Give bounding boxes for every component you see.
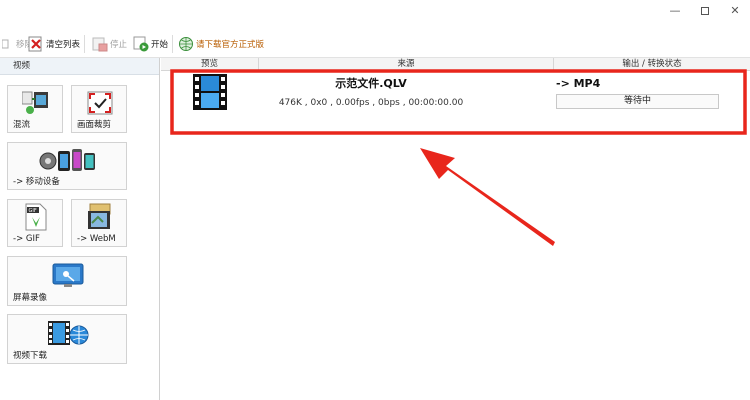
svg-text:GIF: GIF <box>29 208 37 214</box>
clear-list-button[interactable]: 清空列表 <box>28 33 80 55</box>
clear-list-icon <box>28 36 44 52</box>
sidebar-item-crop[interactable]: 画面裁剪 <box>71 85 127 133</box>
start-label: 开始 <box>151 40 169 50</box>
mobile-device-icon <box>38 147 98 178</box>
sidebar-item-video-download[interactable]: 视频下载 <box>7 314 127 364</box>
sidebar-item-gif[interactable]: GIF -> GIF <box>7 199 63 247</box>
stop-button[interactable]: 停止 <box>92 33 127 55</box>
start-button[interactable]: 开始 <box>133 33 168 55</box>
sidebar-item-screen-record[interactable]: 屏幕录像 <box>7 256 127 306</box>
sidebar-item-mobile-device[interactable]: -> 移动设备 <box>7 142 127 190</box>
column-header-output-status[interactable]: 输出 / 转换状态 <box>554 58 750 71</box>
toolbar-divider <box>172 35 173 53</box>
toolbar-divider <box>84 35 85 53</box>
file-list: 预览 来源 输出 / 转换状态 示范文件.QLV 476K , 0x0 , 0.… <box>161 58 750 400</box>
sidebar-item-webm[interactable]: -> WebM <box>71 199 127 247</box>
download-official-link[interactable]: 请下载官方正式版 <box>178 33 264 55</box>
minimize-button[interactable]: — <box>660 0 690 22</box>
column-header-preview[interactable]: 预览 <box>161 58 259 71</box>
sidebar-item-label: -> WebM <box>77 234 116 244</box>
title-bar: — ✕ <box>0 0 750 26</box>
maximize-icon <box>701 7 709 15</box>
crop-icon <box>86 90 114 119</box>
close-button[interactable]: ✕ <box>720 0 750 22</box>
sidebar-header-video: 视频 <box>0 58 159 75</box>
clear-list-label: 清空列表 <box>46 40 81 50</box>
minimize-icon: — <box>669 4 681 17</box>
mux-icon <box>21 90 50 119</box>
sidebar-item-label: -> GIF <box>13 234 40 244</box>
stop-icon <box>92 36 108 52</box>
close-icon: ✕ <box>730 4 740 17</box>
gif-icon: GIF <box>24 203 48 234</box>
file-name: 示范文件.QLV <box>335 77 407 90</box>
remove-icon <box>0 36 14 52</box>
sidebar-item-label: 混流 <box>13 120 31 130</box>
sidebar-item-label: 视频下载 <box>13 351 48 361</box>
download-official-label: 请下载官方正式版 <box>196 40 265 50</box>
output-format[interactable]: -> MP4 <box>556 77 600 90</box>
app-window: — ✕ 移除 清空列表 停止 开始 请下载官方正式版 视频 混流 画面裁剪 ->… <box>0 0 750 400</box>
globe-download-icon <box>178 36 194 52</box>
sidebar: 视频 混流 画面裁剪 -> 移动设备 GIF -> GIF -> WebM 屏幕… <box>0 58 160 400</box>
status-badge: 等待中 <box>556 94 719 109</box>
column-header-source[interactable]: 来源 <box>259 58 554 71</box>
stop-label: 停止 <box>110 40 128 50</box>
toolbar: 移除 清空列表 停止 开始 请下载官方正式版 <box>0 30 750 58</box>
file-info: 476K , 0x0 , 0.00fps , 0bps , 00:00:00.0… <box>278 98 464 108</box>
start-icon <box>133 36 149 52</box>
screen-record-icon <box>52 263 84 292</box>
sidebar-item-mux[interactable]: 混流 <box>7 85 63 133</box>
video-download-icon <box>46 319 90 350</box>
video-file-icon <box>193 74 227 110</box>
sidebar-item-label: 画面裁剪 <box>77 120 112 130</box>
table-row[interactable]: 示范文件.QLV 476K , 0x0 , 0.00fps , 0bps , 0… <box>171 72 746 132</box>
sidebar-item-label: -> 移动设备 <box>13 177 60 187</box>
sidebar-item-label: 屏幕录像 <box>13 293 48 303</box>
maximize-button[interactable] <box>690 0 720 22</box>
webm-icon <box>86 203 114 234</box>
